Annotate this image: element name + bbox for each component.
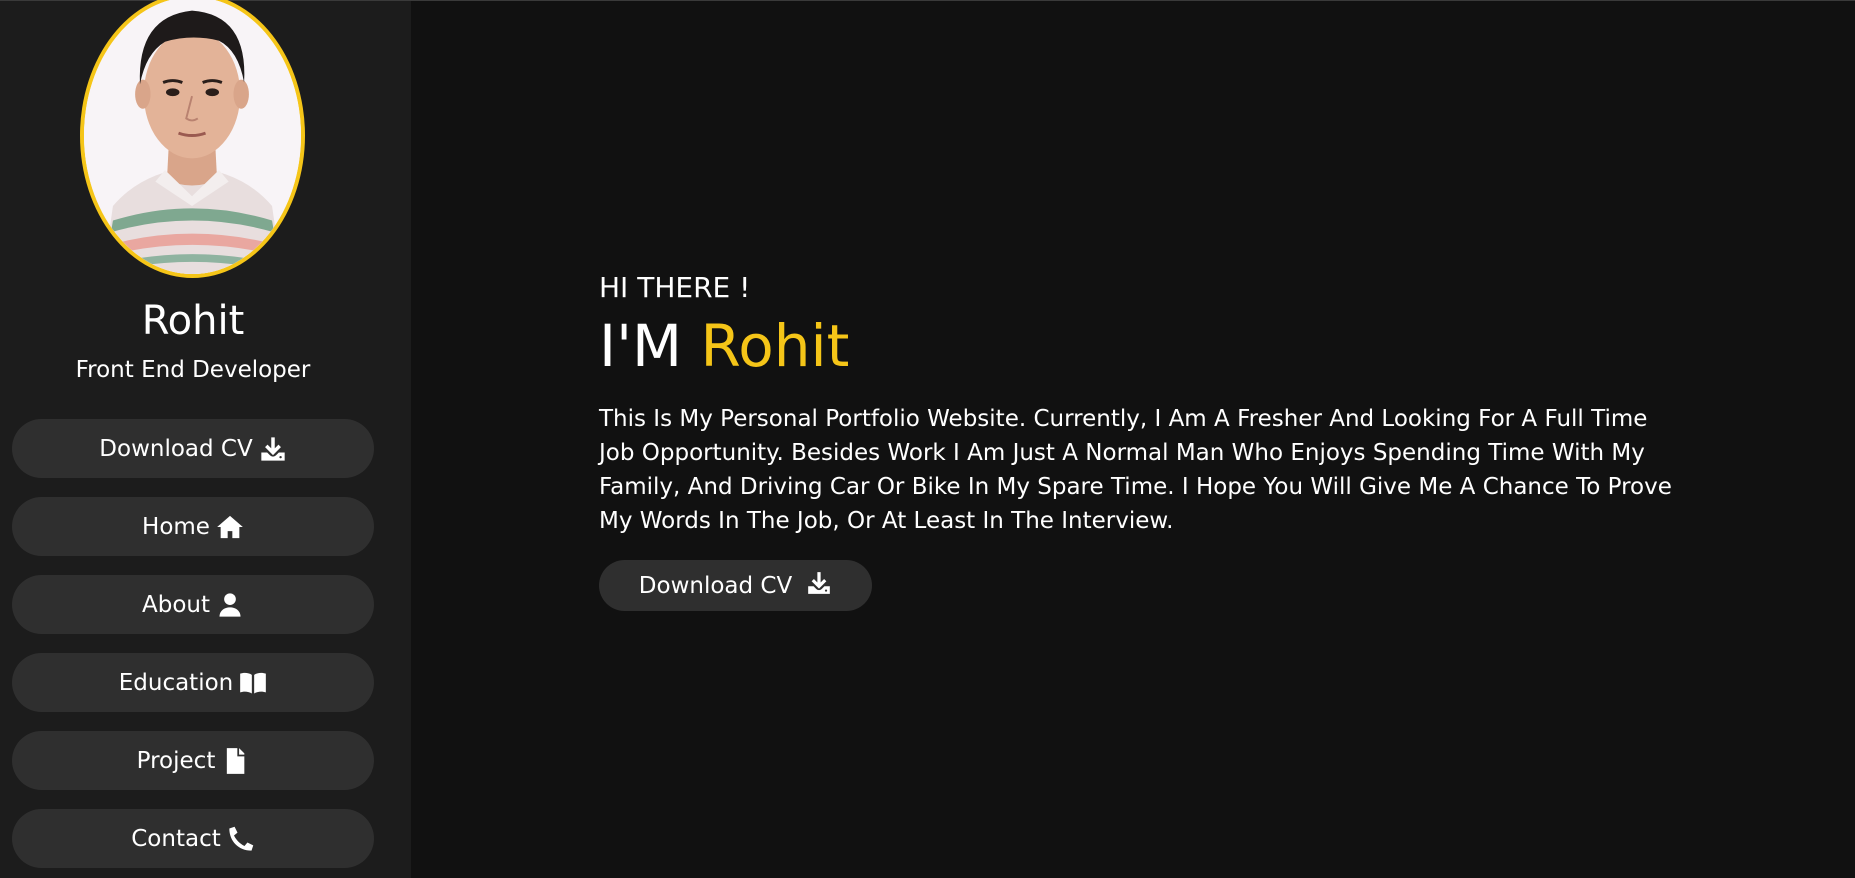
sidebar: Rohit Front End Developer Download CV Ho… bbox=[0, 0, 411, 878]
sidebar-item-label: Contact bbox=[131, 825, 221, 852]
download-icon bbox=[259, 435, 287, 463]
download-icon bbox=[806, 570, 832, 602]
profile-name: Rohit bbox=[141, 298, 245, 344]
file-icon bbox=[221, 747, 249, 775]
home-icon bbox=[216, 513, 244, 541]
user-icon bbox=[216, 591, 244, 619]
profile-role: Front End Developer bbox=[75, 357, 311, 383]
sidebar-item-label: Home bbox=[142, 513, 210, 540]
download-cv-label: Download CV bbox=[638, 572, 793, 599]
avatar bbox=[80, 0, 305, 278]
hero-headline: I'M Rohit bbox=[599, 312, 1679, 380]
hero-greeting: HI THERE ! bbox=[599, 271, 751, 304]
sidebar-item-about[interactable]: About bbox=[12, 575, 374, 634]
sidebar-item-label: Download CV bbox=[99, 435, 253, 462]
sidebar-download-cv-button[interactable]: Download CV bbox=[12, 419, 374, 478]
sidebar-item-label: About bbox=[141, 591, 210, 618]
sidebar-item-label: Project bbox=[136, 747, 216, 774]
hero-section: HI THERE ! I'M Rohit This Is My Personal… bbox=[599, 270, 1679, 611]
phone-icon bbox=[227, 825, 255, 853]
sidebar-item-home[interactable]: Home bbox=[12, 497, 374, 556]
hero-intro: This Is My Personal Portfolio Website. C… bbox=[599, 406, 1672, 534]
download-cv-button[interactable]: Download CV bbox=[599, 560, 872, 611]
sidebar-item-education[interactable]: Education bbox=[12, 653, 374, 712]
book-icon bbox=[239, 669, 267, 697]
sidebar-item-contact[interactable]: Contact bbox=[12, 809, 374, 868]
sidebar-item-label: Education bbox=[118, 669, 234, 696]
headline-name: Rohit bbox=[700, 312, 850, 380]
headline-prefix: I'M bbox=[599, 312, 683, 380]
sidebar-item-project[interactable]: Project bbox=[12, 731, 374, 790]
profile-photo bbox=[84, 0, 301, 274]
